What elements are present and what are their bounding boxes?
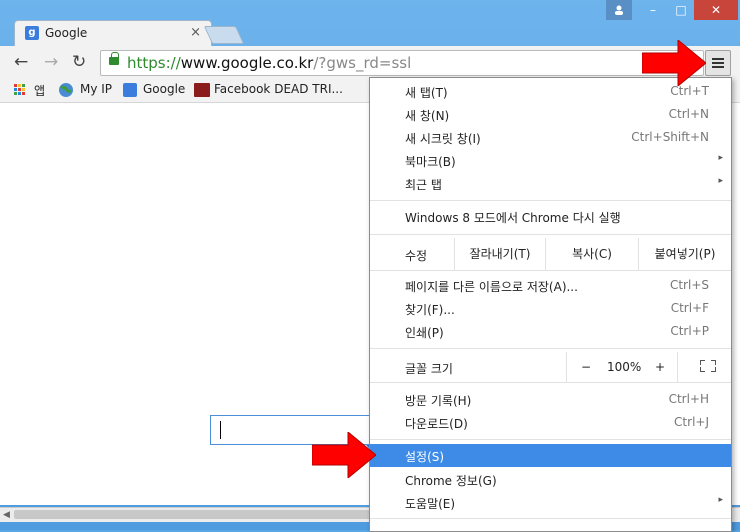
menu-item-label: 새 창(N): [405, 109, 450, 123]
bookmark-apps[interactable]: 앱: [34, 82, 45, 99]
menu-item-shortcut: Ctrl+F: [670, 301, 709, 315]
red-arrow-icon: [642, 40, 706, 86]
menu-item-new-window[interactable]: 새 창(N) Ctrl+N: [370, 103, 731, 126]
menu-item-save-page[interactable]: 페이지를 다른 이름으로 저장(A)... Ctrl+S: [370, 274, 731, 297]
zoom-controls: − 100% +: [566, 352, 677, 382]
scroll-left-icon[interactable]: ◀: [3, 510, 10, 520]
menu-item-settings[interactable]: 설정(S): [370, 444, 731, 467]
menu-item-label: 찾기(F)...: [405, 303, 455, 317]
bookmark-google[interactable]: Google: [143, 82, 185, 96]
menu-item-help[interactable]: 도움말(E) ▸: [370, 491, 731, 514]
google-favicon-icon: g: [25, 26, 39, 40]
minimize-button[interactable]: –: [640, 0, 666, 20]
scrollbar-thumb[interactable]: [14, 510, 374, 519]
menu-item-shortcut: Ctrl+T: [670, 84, 709, 98]
back-button[interactable]: ←: [14, 52, 28, 72]
menu-item-label: 새 시크릿 창(I): [405, 132, 481, 146]
globe-icon: [59, 83, 73, 97]
menu-item-label: 방문 기록(H): [405, 394, 472, 408]
menu-separator: [370, 382, 731, 383]
profile-button[interactable]: [606, 0, 632, 20]
menu-item-shortcut: Ctrl+S: [669, 278, 709, 292]
toolbar: ← → ↻ https://www.google.co.kr/?gws_rd=s…: [0, 46, 740, 78]
hamburger-icon: [712, 58, 724, 60]
paste-label: 붙여넣기(P): [654, 247, 716, 261]
menu-item-incognito[interactable]: 새 시크릿 창(I) Ctrl+Shift+N: [370, 126, 731, 149]
menu-separator: [370, 518, 731, 519]
menu-item-recent-tabs[interactable]: 최근 탭 ▸: [370, 172, 731, 195]
maximize-button[interactable]: □: [668, 0, 694, 20]
text-caret: [220, 421, 221, 439]
menu-separator: [370, 234, 731, 235]
fullscreen-icon[interactable]: [700, 360, 716, 372]
tab-google[interactable]: g Google ×: [14, 20, 212, 47]
tab-close-icon[interactable]: ×: [190, 25, 201, 40]
paste-button[interactable]: 붙여넣기(P): [638, 238, 731, 270]
menu-item-label: Windows 8 모드에서 Chrome 다시 실행: [405, 211, 621, 225]
menu-item-shortcut: Ctrl+J: [674, 415, 709, 429]
menu-item-shortcut: Ctrl+P: [670, 324, 709, 338]
close-window-button[interactable]: ✕: [694, 0, 738, 20]
menu-item-label: 새 탭(T): [405, 86, 448, 100]
zoom-in-button[interactable]: +: [655, 360, 665, 374]
menu-separator: [370, 439, 731, 440]
zoom-value: 100%: [607, 360, 642, 374]
chrome-menu-button[interactable]: [705, 50, 731, 76]
menu-item-label: 다운로드(D): [405, 417, 468, 431]
menu-separator: [370, 348, 731, 349]
reload-button[interactable]: ↻: [72, 52, 86, 72]
apps-grid-icon: [14, 84, 26, 96]
copy-label: 복사(C): [572, 247, 612, 261]
submenu-arrow-icon: ▸: [718, 153, 723, 163]
menu-item-label: 설정(S): [405, 450, 445, 464]
menu-separator: [370, 200, 731, 201]
menu-item-downloads[interactable]: 다운로드(D) Ctrl+J: [370, 411, 731, 434]
menu-item-label: 북마크(B): [405, 155, 456, 169]
address-bar[interactable]: https://www.google.co.kr/?gws_rd=ssl ☆: [100, 50, 704, 76]
cut-label: 잘라내기(T): [469, 247, 531, 261]
menu-separator: [370, 270, 731, 271]
zoom-row: 글꼴 크기 − 100% +: [370, 352, 731, 382]
edit-label: 수정: [405, 249, 428, 263]
url-text: https://www.google.co.kr/?gws_rd=ssl: [127, 54, 411, 72]
chrome-menu: 새 탭(T) Ctrl+T 새 창(N) Ctrl+N 새 시크릿 창(I) C…: [369, 77, 732, 532]
menu-item-label: 최근 탭: [405, 178, 442, 192]
menu-item-label: 페이지를 다른 이름으로 저장(A)...: [405, 280, 578, 294]
zoom-out-button[interactable]: −: [581, 360, 591, 374]
submenu-arrow-icon: ▸: [718, 495, 723, 505]
menu-item-shortcut: Ctrl+H: [668, 392, 709, 406]
edit-row: 수정 잘라내기(T) 복사(C) 붙여넣기(P): [370, 238, 731, 270]
tab-title: Google: [45, 26, 88, 40]
bookmark-my-ip[interactable]: My IP: [80, 82, 112, 96]
menu-item-label: 도움말(E): [405, 497, 456, 511]
menu-item-print[interactable]: 인쇄(P) Ctrl+P: [370, 320, 731, 343]
red-arrow-icon: [312, 432, 376, 478]
lock-icon: [109, 52, 119, 65]
profile-icon: [615, 5, 623, 15]
url-path: /?gws_rd=ssl: [313, 54, 412, 72]
url-scheme: https://: [127, 54, 181, 72]
forward-button[interactable]: →: [44, 52, 58, 72]
menu-item-shortcut: Ctrl+Shift+N: [631, 130, 709, 144]
menu-item-about-chrome[interactable]: Chrome 정보(G): [370, 468, 731, 491]
tab-strip: g Google × – □ ✕: [0, 0, 740, 47]
url-host: www.google.co.kr: [180, 54, 314, 72]
google-favicon-icon: [123, 83, 137, 97]
bookmark-facebook-dead-trigger[interactable]: Facebook DEAD TRI...: [214, 82, 343, 96]
submenu-arrow-icon: ▸: [718, 176, 723, 186]
menu-item-find[interactable]: 찾기(F)... Ctrl+F: [370, 297, 731, 320]
menu-item-history[interactable]: 방문 기록(H) Ctrl+H: [370, 388, 731, 411]
cut-button[interactable]: 잘라내기(T): [454, 238, 545, 270]
menu-item-shortcut: Ctrl+N: [668, 107, 709, 121]
facebook-dead-trigger-icon: [194, 83, 210, 97]
menu-item-label: 인쇄(P): [405, 326, 444, 340]
copy-button[interactable]: 복사(C): [545, 238, 638, 270]
zoom-label: 글꼴 크기: [405, 362, 453, 376]
menu-item-relaunch-windows8[interactable]: Windows 8 모드에서 Chrome 다시 실행: [370, 205, 731, 228]
menu-item-label: Chrome 정보(G): [405, 474, 497, 488]
menu-item-bookmarks[interactable]: 북마크(B) ▸: [370, 149, 731, 172]
